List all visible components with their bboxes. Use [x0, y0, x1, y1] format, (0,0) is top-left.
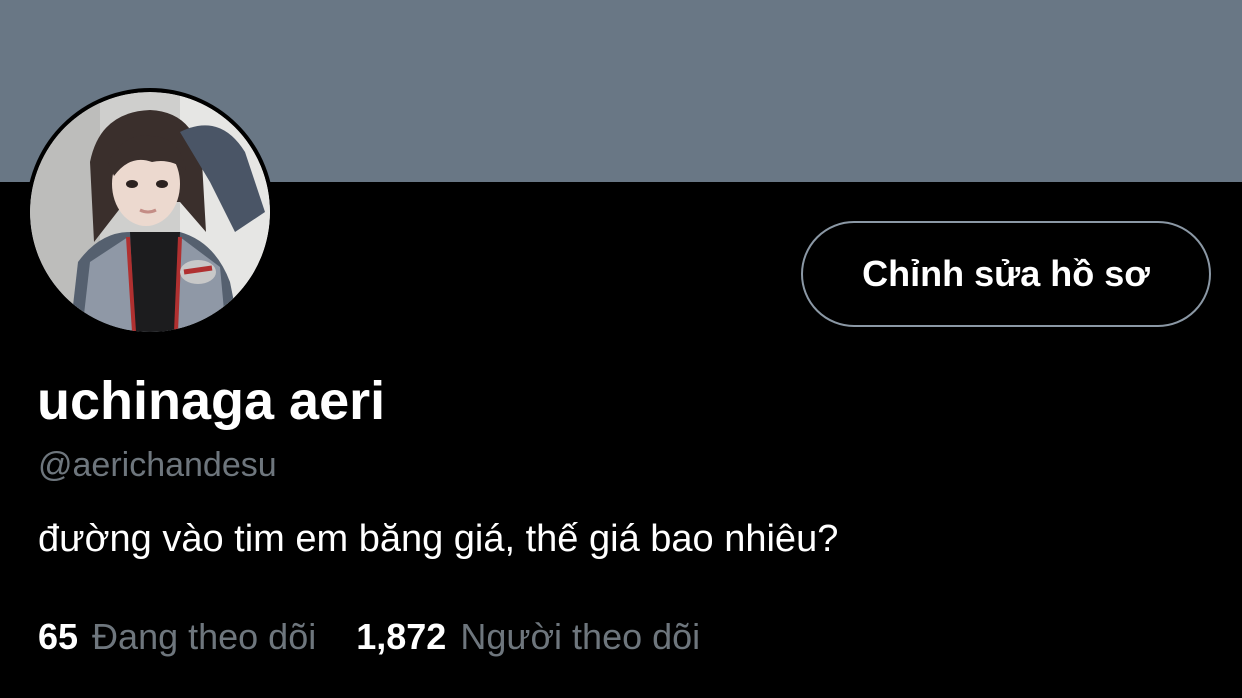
profile-bio: đường vào tim em băng giá, thế giá bao n…	[38, 518, 839, 560]
display-name: uchinaga aeri	[37, 371, 386, 431]
edit-profile-button[interactable]: Chỉnh sửa hồ sơ	[801, 221, 1211, 327]
avatar-photo-icon	[30, 92, 270, 332]
following-count: 65	[38, 616, 79, 657]
profile-avatar[interactable]	[26, 88, 274, 336]
user-handle: @aerichandesu	[38, 446, 277, 484]
following-label: Đang theo dõi	[92, 616, 317, 657]
follow-stats: 65 Đang theo dõi 1,872 Người theo dõi	[38, 614, 700, 660]
following-link[interactable]: 65 Đang theo dõi	[38, 614, 316, 660]
followers-count: 1,872	[356, 616, 447, 657]
followers-label: Người theo dõi	[460, 616, 701, 657]
followers-link[interactable]: 1,872 Người theo dõi	[356, 614, 700, 660]
